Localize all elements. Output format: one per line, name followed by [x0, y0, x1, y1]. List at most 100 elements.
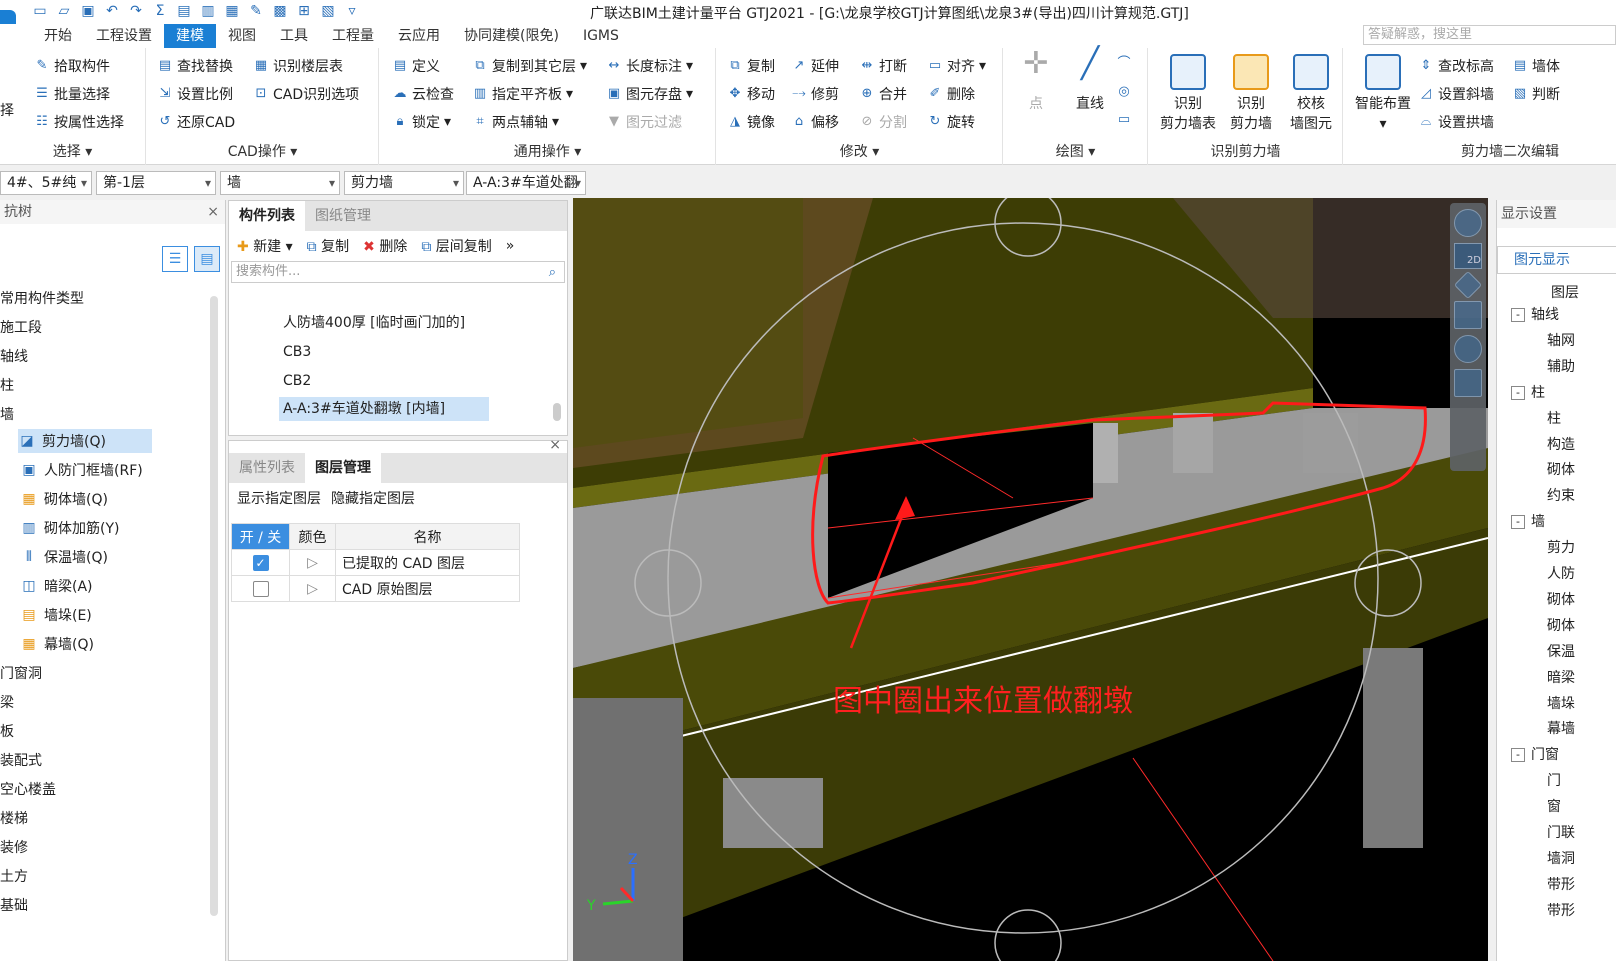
lock-button[interactable]: 🔒︎ 锁定 ▾ [392, 112, 452, 132]
layer-row[interactable]: 幕墙 [1547, 716, 1575, 742]
tab-view[interactable]: 视图 [216, 24, 268, 48]
smart-layout-button[interactable]: 智能布置 ▾ [1350, 54, 1416, 134]
select-by-attr-button[interactable]: ☷ 按属性选择 [34, 112, 124, 132]
tree-item-wall-pier[interactable]: ▤ 墙垛(E) [20, 605, 91, 625]
tab-drawing-manage[interactable]: 图纸管理 [305, 201, 381, 231]
view-report-icon[interactable]: ▥ [198, 3, 218, 21]
collapse-icon[interactable]: - [1511, 385, 1525, 400]
collapse-icon[interactable]: - [1511, 748, 1525, 763]
layer-checkbox[interactable] [252, 580, 269, 597]
model-viewport[interactable]: Z Y [573, 198, 1488, 961]
tab-property-list[interactable]: 属性列表 [229, 453, 305, 483]
tree-item[interactable]: 装配式 [0, 750, 42, 770]
common-ops-label[interactable]: 通用操作 ▾ [380, 141, 715, 161]
search-icon[interactable]: ⌕ [549, 263, 556, 283]
length-mark-button[interactable]: ↔ 长度标注 ▾ [606, 56, 693, 76]
customize-icon[interactable]: ▿ [342, 3, 362, 21]
layer-row[interactable]: 窗 [1547, 794, 1561, 820]
layer-row[interactable]: 辅助 [1547, 354, 1575, 380]
grid-icon[interactable]: ▩ [270, 3, 290, 21]
tree-item-hidden-beam[interactable]: ◫ 暗梁(A) [20, 576, 92, 596]
trim-button[interactable]: ⤍ 修剪 [791, 84, 839, 104]
tree-item[interactable]: 墙 [0, 404, 14, 424]
layer-row[interactable]: 柱 [1547, 406, 1561, 432]
list-item[interactable]: CB2 [279, 369, 315, 393]
select-group-label[interactable]: 选择 ▾ [0, 141, 145, 161]
new-component-button[interactable]: ✚ 新建 ▾ [237, 236, 293, 256]
extend-button[interactable]: ↗ 延伸 [791, 56, 839, 76]
tab-collab[interactable]: 协同建模(限免) [452, 24, 571, 48]
tree-item-curtain-wall[interactable]: ▦ 幕墙(Q) [20, 634, 94, 654]
layer-row[interactable]: 轴网 [1547, 328, 1575, 354]
layer-group-row[interactable]: - 轴线 [1511, 302, 1559, 328]
copy-component-button[interactable]: ⧉ 复制 [307, 236, 349, 256]
show-layer-button[interactable]: 显示指定图层 [237, 488, 321, 508]
component-select[interactable]: A-A:3#车道处翻 [466, 171, 586, 195]
tree-item[interactable]: 基础 [0, 895, 28, 915]
tab-tools[interactable]: 工具 [268, 24, 320, 48]
circle-tool[interactable]: ◎ [1116, 84, 1132, 100]
orbit-sphere-icon[interactable] [1454, 209, 1482, 237]
layer-group-row[interactable]: -墙 [1511, 509, 1545, 535]
mirror-button[interactable]: ◮ 镜像 [727, 112, 775, 132]
tree-item[interactable]: 楼梯 [0, 808, 28, 828]
tree-item[interactable]: 板 [0, 721, 14, 741]
expand-icon[interactable]: ▷ [289, 575, 336, 602]
undo-icon[interactable]: ↶ [102, 3, 122, 21]
tree-item[interactable]: 柱 [0, 375, 14, 395]
floor-copy-button[interactable]: ⧉ 层间复制 [421, 236, 491, 256]
hide-layer-button[interactable]: 隐藏指定图层 [331, 488, 415, 508]
layer-row[interactable]: 砌体 [1547, 587, 1575, 613]
cloud-check-button[interactable]: ☁ 云检查 [392, 84, 455, 104]
help-search-input[interactable]: 答疑解惑，搜这里 [1363, 25, 1616, 45]
restore-cad-button[interactable]: ↺ 还原CAD [157, 112, 236, 132]
grid-view-icon[interactable]: ▤ [194, 246, 220, 272]
layer-row[interactable]: 暗梁 [1547, 665, 1575, 691]
tree-item-masonry-rebar[interactable]: ▥ 砌体加筋(Y) [20, 518, 119, 538]
tree-item[interactable]: 轴线 [0, 346, 28, 366]
break-button[interactable]: ⇹ 打断 [859, 56, 907, 76]
layer-group-row[interactable]: -柱 [1511, 380, 1545, 406]
layer-row[interactable]: 带形 [1547, 872, 1575, 898]
set-slope-button[interactable]: ◿ 设置斜墙 [1418, 84, 1494, 104]
tree-item-masonry-wall[interactable]: ▦ 砌体墙(Q) [20, 489, 108, 509]
move-button[interactable]: ✥ 移动 [727, 84, 775, 104]
category-select[interactable]: 墙 [220, 171, 340, 195]
tree-item-insulation-wall[interactable]: ⦀ 保温墙(Q) [20, 547, 108, 567]
judge-button[interactable]: ▧ 判断 [1512, 84, 1560, 104]
export-icon[interactable]: ⊞ [294, 3, 314, 21]
collapse-icon[interactable]: - [1511, 308, 1525, 322]
batch-select-button[interactable]: ☰ 批量选择 [34, 84, 110, 104]
layer-row[interactable]: 构造 [1547, 432, 1575, 458]
elem-filter-button[interactable]: ▼ 图元过滤 [606, 112, 682, 132]
layer-row[interactable]: 剪力 [1547, 535, 1575, 561]
pick-component-button[interactable]: ✎ 拾取构件 [34, 56, 110, 76]
tree-item[interactable]: 空心楼盖 [0, 779, 56, 799]
define-button[interactable]: ▤ 定义 [392, 56, 440, 76]
layer-row[interactable]: 人防 [1547, 561, 1575, 587]
set-scale-button[interactable]: ⇲ 设置比例 [157, 84, 233, 104]
save-icon[interactable]: ▣ [78, 3, 98, 21]
navigate-icon[interactable] [1453, 270, 1483, 300]
delete-component-button[interactable]: ✖ 删除 [363, 236, 407, 256]
report-icon[interactable]: ▤ [174, 3, 194, 21]
tab-quantities[interactable]: 工程量 [320, 24, 386, 48]
wall-body-button[interactable]: ▤ 墙体 [1512, 56, 1560, 76]
draw-group-label[interactable]: 绘图 ▾ [1004, 141, 1147, 161]
edit-icon[interactable]: ✎ [246, 3, 266, 21]
rotate-view-icon[interactable] [1454, 335, 1482, 363]
tree-item[interactable]: 梁 [0, 692, 14, 712]
list-item[interactable]: CB3 [279, 340, 315, 364]
identify-wall-table-button[interactable]: 识别 剪力墙表 [1157, 54, 1219, 134]
line-button[interactable]: ╱ 直线 [1068, 49, 1112, 114]
check-elev-button[interactable]: ⇕ 查改标高 [1418, 56, 1494, 76]
more-icon[interactable]: » [506, 238, 515, 254]
layer-row[interactable]: 墙垛 [1547, 691, 1575, 717]
list-item-selected[interactable]: A-A:3#车道处翻墩 [内墙] [279, 397, 489, 421]
tab-project-settings[interactable]: 工程设置 [84, 24, 164, 48]
component-search-input[interactable]: 搜索构件... ⌕ [231, 261, 565, 283]
tab-element-display[interactable]: 图元显示 [1497, 246, 1616, 274]
2d-view-icon[interactable]: 2D [1454, 243, 1482, 269]
layer-view-icon[interactable] [1454, 369, 1482, 397]
align-slab-button[interactable]: ▥ 指定平齐板 ▾ [472, 84, 573, 104]
